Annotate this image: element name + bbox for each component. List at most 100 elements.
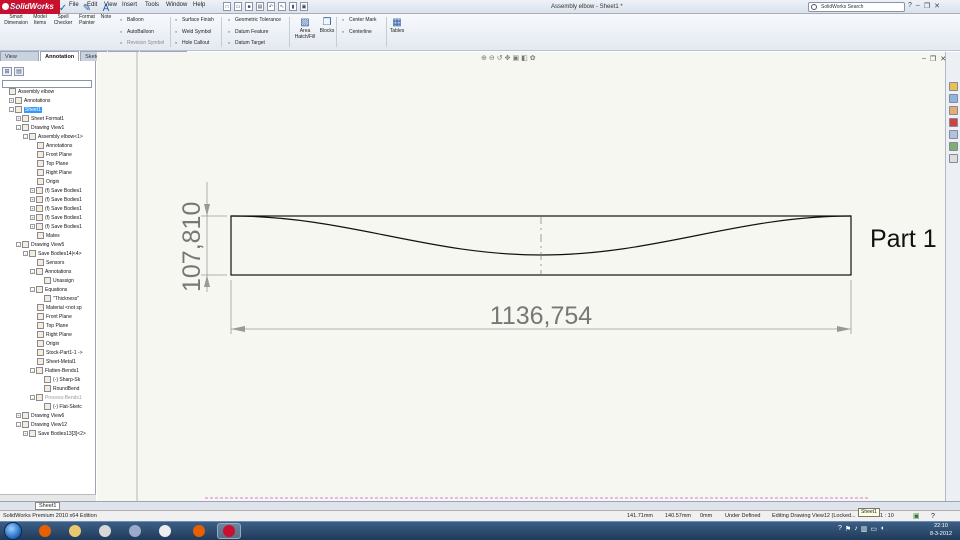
tree-node[interactable]: (-) Flat-Sketc: [2, 403, 95, 412]
expand-toggle-icon[interactable]: -: [9, 107, 14, 113]
tree-node[interactable]: + (f) Save Bodies1: [2, 187, 95, 196]
centerline-button[interactable]: ◦ Centerline: [339, 28, 372, 37]
tree-node[interactable]: Sheet-Metal1: [2, 358, 95, 367]
minimize-icon[interactable]: –: [916, 2, 920, 10]
display-style-icon[interactable]: ▣: [513, 54, 520, 62]
pan-icon[interactable]: ✥: [505, 54, 511, 62]
format-painter-button[interactable]: ✎ Format Painter: [76, 3, 98, 26]
tab-annotation[interactable]: Annotation: [40, 51, 80, 61]
spell-checker-button[interactable]: ✓ Spell Checker: [52, 3, 74, 26]
design-library-icon[interactable]: [949, 94, 958, 103]
expand-toggle-icon[interactable]: -: [30, 287, 35, 293]
network-tray-icon[interactable]: ▥: [861, 525, 868, 533]
horizontal-dimension[interactable]: 1136,754: [490, 302, 593, 330]
search-input[interactable]: SolidWorks Search: [808, 2, 905, 12]
expand-toggle-icon[interactable]: -: [30, 368, 35, 374]
tree-node[interactable]: - Annotations: [2, 268, 95, 277]
start-button[interactable]: [4, 522, 22, 540]
explorer-taskbar-button[interactable]: [63, 523, 87, 539]
tree-node[interactable]: - Equations: [2, 286, 95, 295]
tree-node[interactable]: Sensors: [2, 259, 95, 268]
tree-node[interactable]: RoundBend: [2, 385, 95, 394]
expand-toggle-icon[interactable]: +: [16, 116, 21, 122]
options-icon[interactable]: ▣: [300, 2, 308, 11]
appearance-icon[interactable]: ✿: [530, 54, 536, 62]
doc-restore-icon[interactable]: ❐: [930, 55, 936, 63]
capture-taskbar-button[interactable]: [153, 523, 177, 539]
tree-node[interactable]: - Assembly elbow<1>: [2, 133, 95, 142]
tree-node[interactable]: - Sheet1: [2, 106, 95, 115]
area-hatch-button[interactable]: ▨ Area Hatch/Fill: [292, 17, 318, 40]
expand-toggle-icon[interactable]: +: [30, 224, 35, 230]
tree-node[interactable]: - Drawing View1: [2, 124, 95, 133]
speaker-icon[interactable]: ◖: [880, 525, 884, 533]
search-results-icon[interactable]: [949, 118, 958, 127]
property-manager-tab-icon[interactable]: ▤: [14, 67, 24, 76]
select-icon[interactable]: ↖: [278, 2, 286, 11]
view-palette-icon[interactable]: [949, 130, 958, 139]
sheet-tab-sheet1[interactable]: Sheet1: [35, 502, 61, 510]
tree-node[interactable]: (-) Sharp-Sk: [2, 376, 95, 385]
tree-node[interactable]: - Save Bodies14|<4>: [2, 250, 95, 259]
custom-properties-icon[interactable]: [949, 154, 958, 163]
previous-view-icon[interactable]: ↺: [497, 54, 503, 62]
expand-toggle-icon[interactable]: -: [23, 251, 28, 257]
vertical-dimension[interactable]: 107,810: [178, 202, 206, 292]
expand-toggle-icon[interactable]: -: [16, 125, 21, 131]
save-icon[interactable]: ■: [245, 2, 253, 11]
tree-node[interactable]: Right Plane: [2, 169, 95, 178]
center-mark-button[interactable]: ◦ Center Mark: [339, 16, 377, 25]
tree-node[interactable]: "Thickness": [2, 295, 95, 304]
tree-filter-input[interactable]: [2, 80, 92, 88]
tree-node[interactable]: - Process-Bends1: [2, 394, 95, 403]
tree-node[interactable]: Stock-Part1-1 ->: [2, 349, 95, 358]
expand-toggle-icon[interactable]: +: [23, 431, 28, 437]
battery-icon[interactable]: ▭: [870, 525, 877, 533]
tree-node[interactable]: - Drawing View5: [2, 241, 95, 250]
volume-icon[interactable]: ♪: [854, 525, 858, 533]
network-taskbar-button[interactable]: [123, 523, 147, 539]
firefox-taskbar-button[interactable]: [187, 523, 211, 539]
geometric-tolerance-button[interactable]: ◦ Geometric Tolerance: [225, 16, 281, 25]
appearances-icon[interactable]: [949, 142, 958, 151]
help-icon[interactable]: ?: [908, 2, 912, 10]
flag-tray-icon[interactable]: ⚑: [845, 525, 851, 533]
weld-symbol-button[interactable]: ◦ Weld Symbol: [172, 28, 212, 37]
tree-node[interactable]: + Annotations: [2, 97, 95, 106]
media-player-taskbar-button[interactable]: [93, 523, 117, 539]
help-tray-icon[interactable]: ?: [838, 525, 842, 533]
expand-toggle-icon[interactable]: +: [9, 98, 14, 104]
smart-dimension-button[interactable]: ◇ Smart Dimension: [3, 3, 29, 26]
tree-node[interactable]: Material <not sp: [2, 304, 95, 313]
datum-feature-button[interactable]: ◦ Datum Feature: [225, 28, 269, 37]
tab-view-layout[interactable]: View Layout: [0, 51, 40, 70]
file-explorer-icon[interactable]: [949, 106, 958, 115]
feature-manager-tab-icon[interactable]: ⊞: [2, 67, 12, 76]
system-clock[interactable]: 22:10 8-3-2012: [925, 522, 957, 538]
tree-node[interactable]: Front Plane: [2, 151, 95, 160]
menu-insert[interactable]: Insert: [122, 2, 137, 8]
expand-toggle-icon[interactable]: -: [16, 242, 21, 248]
expand-toggle-icon[interactable]: -: [30, 269, 35, 275]
zoom-area-icon[interactable]: ⊖: [489, 54, 495, 62]
zoom-to-fit-icon[interactable]: ⊕: [481, 54, 487, 62]
tree-node[interactable]: + Drawing View6: [2, 412, 95, 421]
note-button[interactable]: A Note: [100, 3, 112, 21]
tree-node[interactable]: + (f) Save Bodies1: [2, 223, 95, 232]
datum-target-button[interactable]: ◦ Datum Target: [225, 39, 265, 48]
tree-node[interactable]: Origin: [2, 178, 95, 187]
tree-node[interactable]: Right Plane: [2, 331, 95, 340]
tree-node[interactable]: - Flatten-Bends1: [2, 367, 95, 376]
tree-node[interactable]: Annotations: [2, 142, 95, 151]
expand-toggle-icon[interactable]: -: [30, 395, 35, 401]
tree-node[interactable]: Unassign: [2, 277, 95, 286]
tree-node[interactable]: + (f) Save Bodies1: [2, 205, 95, 214]
tree-node[interactable]: + (f) Save Bodies1: [2, 196, 95, 205]
menu-tools[interactable]: Tools: [145, 2, 159, 8]
tree-node[interactable]: Origin: [2, 340, 95, 349]
doc-minimize-icon[interactable]: –: [922, 55, 926, 63]
tree-node[interactable]: Top Plane: [2, 160, 95, 169]
resources-icon[interactable]: [949, 82, 958, 91]
new-icon[interactable]: □: [223, 2, 231, 11]
autoballoon-button[interactable]: ◦ AutoBalloon: [117, 28, 154, 37]
